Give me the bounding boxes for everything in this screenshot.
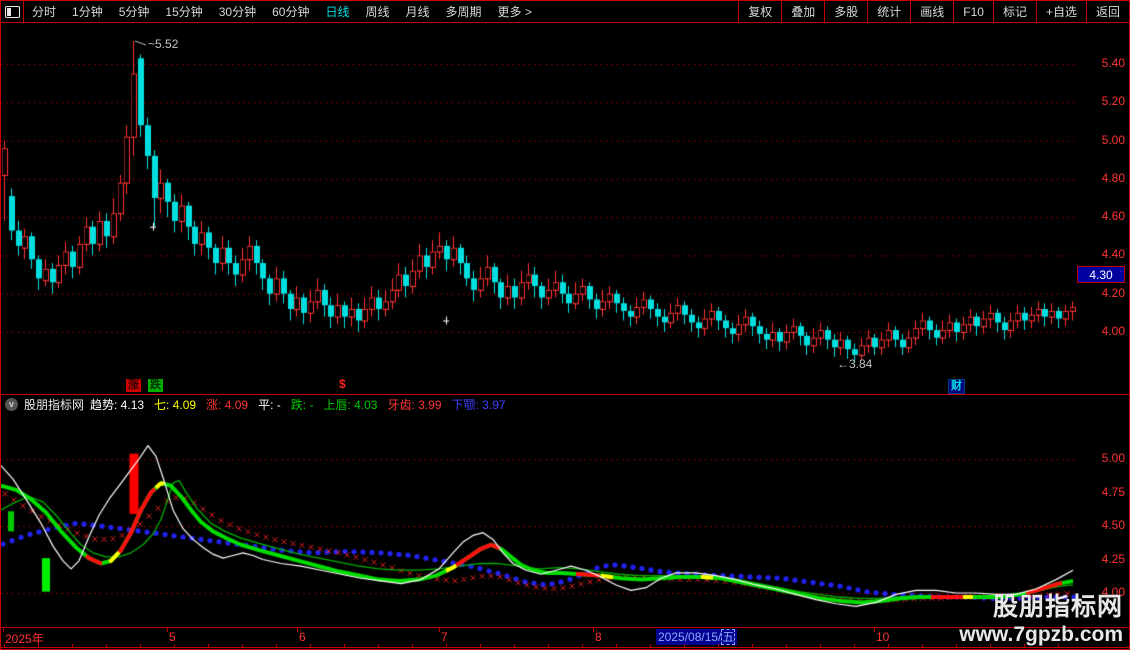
month-tick xyxy=(874,628,875,632)
tool-item-画线[interactable]: 画线 xyxy=(910,1,953,22)
price-highlight-box: 4.30 xyxy=(1077,266,1125,283)
menu-item-60分钟[interactable]: 60分钟 xyxy=(264,3,317,20)
tool-item-标记[interactable]: 标记 xyxy=(992,1,1036,22)
top-menu-bar: 分时 1分钟 5分钟 15分钟 30分钟 60分钟 日线 周线 月线 多周期 更多 > 复权 叠加 多股… xyxy=(1,1,1129,23)
tool-item-多股[interactable]: 多股 xyxy=(824,1,867,22)
tool-item-+自选[interactable]: +自选 xyxy=(1035,1,1086,22)
menu-item-5分钟[interactable]: 5分钟 xyxy=(111,3,158,20)
indicator-axis-label-5.00: 5.00 xyxy=(1101,451,1125,465)
menu-item-周线[interactable]: 周线 xyxy=(357,3,397,20)
bottom-border-line xyxy=(1,647,1129,648)
menu-item-1分钟[interactable]: 1分钟 xyxy=(64,3,111,20)
watermark-site-url: www.7gpzb.com xyxy=(959,623,1123,646)
menu-item-更多 >[interactable]: 更多 > xyxy=(490,3,540,20)
dollar-signal-badge: $ xyxy=(339,377,346,391)
watermark-site-name: 股朋指标网 xyxy=(992,593,1123,621)
indicator-chart-canvas[interactable] xyxy=(1,415,1076,627)
indicator-field-涨: 涨: 4.09 xyxy=(206,398,249,412)
date-highlight-box: 2025/08/15/ 五 xyxy=(656,629,738,645)
main-axis-label-4.60: 4.60 xyxy=(1101,209,1125,224)
month-tick xyxy=(167,628,168,632)
down-signal-badge: 跌 xyxy=(148,379,163,392)
main-axis-label-4.40: 4.40 xyxy=(1101,247,1125,262)
tool-item-F10[interactable]: F10 xyxy=(953,1,993,22)
menu-item-多周期[interactable]: 多周期 xyxy=(438,3,490,20)
indicator-header: v 股朋指标网 趋势: 4.13 七: 4.09 涨: 4.09 平: - 跌: - 上唇… xyxy=(5,396,506,413)
menu-item-15分钟[interactable]: 15分钟 xyxy=(157,3,210,20)
indicator-values: 趋势: 4.13 七: 4.09 涨: 4.09 平: - 跌: - 上唇: 4.03 牙齿… xyxy=(90,396,506,413)
tools-menu: 复权 叠加 多股 统计 画线 F10 标记 +自选 返回 xyxy=(738,1,1129,22)
up-signal-badge: 涨 xyxy=(126,379,141,392)
main-chart-canvas[interactable] xyxy=(1,23,1076,394)
tool-item-统计[interactable]: 统计 xyxy=(867,1,910,22)
low-annotation: ←3.84 xyxy=(837,357,873,371)
period-menu: 分时 1分钟 5分钟 15分钟 30分钟 60分钟 日线 周线 月线 多周期 更多 > xyxy=(24,1,540,22)
indicator-field-跌: 跌: - xyxy=(290,398,314,412)
month-tick xyxy=(3,628,4,632)
menu-item-分时[interactable]: 分时 xyxy=(24,3,64,20)
wealth-signal-badge: 财 xyxy=(948,379,965,394)
date-axis: 2025/08/15/ 五 2025年 5 6 7 8 10 xyxy=(1,628,1076,647)
highlight-day-text: 五 xyxy=(721,629,736,645)
high-annotation: ~5.52 xyxy=(148,37,179,51)
tool-item-叠加[interactable]: 叠加 xyxy=(781,1,824,22)
main-axis-label-4.80: 4.80 xyxy=(1101,170,1125,185)
tool-item-复权[interactable]: 复权 xyxy=(738,1,781,22)
indicator-field-牙齿: 牙齿: 3.99 xyxy=(387,398,442,412)
indicator-field-下颚: 下颚: 3.97 xyxy=(451,398,506,412)
collapse-icon[interactable]: v xyxy=(5,398,18,411)
date-label-10: 10 xyxy=(876,630,890,644)
menu-item-30分钟[interactable]: 30分钟 xyxy=(211,3,264,20)
panel-toggle-button[interactable] xyxy=(1,1,24,22)
date-label-7: 7 xyxy=(441,630,448,644)
main-axis-label-4.00: 4.00 xyxy=(1101,324,1125,338)
panel-divider xyxy=(1,394,1129,395)
month-tick xyxy=(297,628,298,632)
main-axis-label-5.00: 5.00 xyxy=(1101,132,1125,147)
indicator-axis-label-4.25: 4.25 xyxy=(1101,551,1125,566)
menu-item-日线[interactable]: 日线 xyxy=(317,3,357,20)
indicator-field-平: 平: - xyxy=(258,398,281,412)
date-label-8: 8 xyxy=(595,630,602,644)
main-axis-label-4.20: 4.20 xyxy=(1101,285,1125,300)
month-tick xyxy=(593,628,594,632)
indicator-axis-label-4.50: 4.50 xyxy=(1101,518,1125,532)
stock-chart-window: 分时 1分钟 5分钟 15分钟 30分钟 60分钟 日线 周线 月线 多周期 更多 > 复权 叠加 多股… xyxy=(0,0,1130,650)
date-label-6: 6 xyxy=(299,630,306,644)
menu-item-月线[interactable]: 月线 xyxy=(398,3,438,20)
indicator-field-趋势: 趋势: 4.13 xyxy=(90,398,145,412)
date-label-5: 5 xyxy=(169,630,176,644)
indicator-field-上唇: 上唇: 4.03 xyxy=(323,398,378,412)
main-axis-label-5.20: 5.20 xyxy=(1101,94,1125,109)
watermark: 股朋指标网 www.7gpzb.com xyxy=(959,587,1123,647)
indicator-source-label: 股朋指标网 xyxy=(24,398,85,412)
panel-toggle-icon xyxy=(4,5,20,18)
indicator-field-七: 七: 4.09 xyxy=(154,398,197,412)
main-axis-label-5.40: 5.40 xyxy=(1101,56,1125,70)
indicator-axis-label-4.75: 4.75 xyxy=(1101,484,1125,499)
tool-item-返回[interactable]: 返回 xyxy=(1085,1,1129,22)
highlight-date-text: 2025/08/15/ xyxy=(658,630,722,644)
month-tick xyxy=(439,628,440,632)
